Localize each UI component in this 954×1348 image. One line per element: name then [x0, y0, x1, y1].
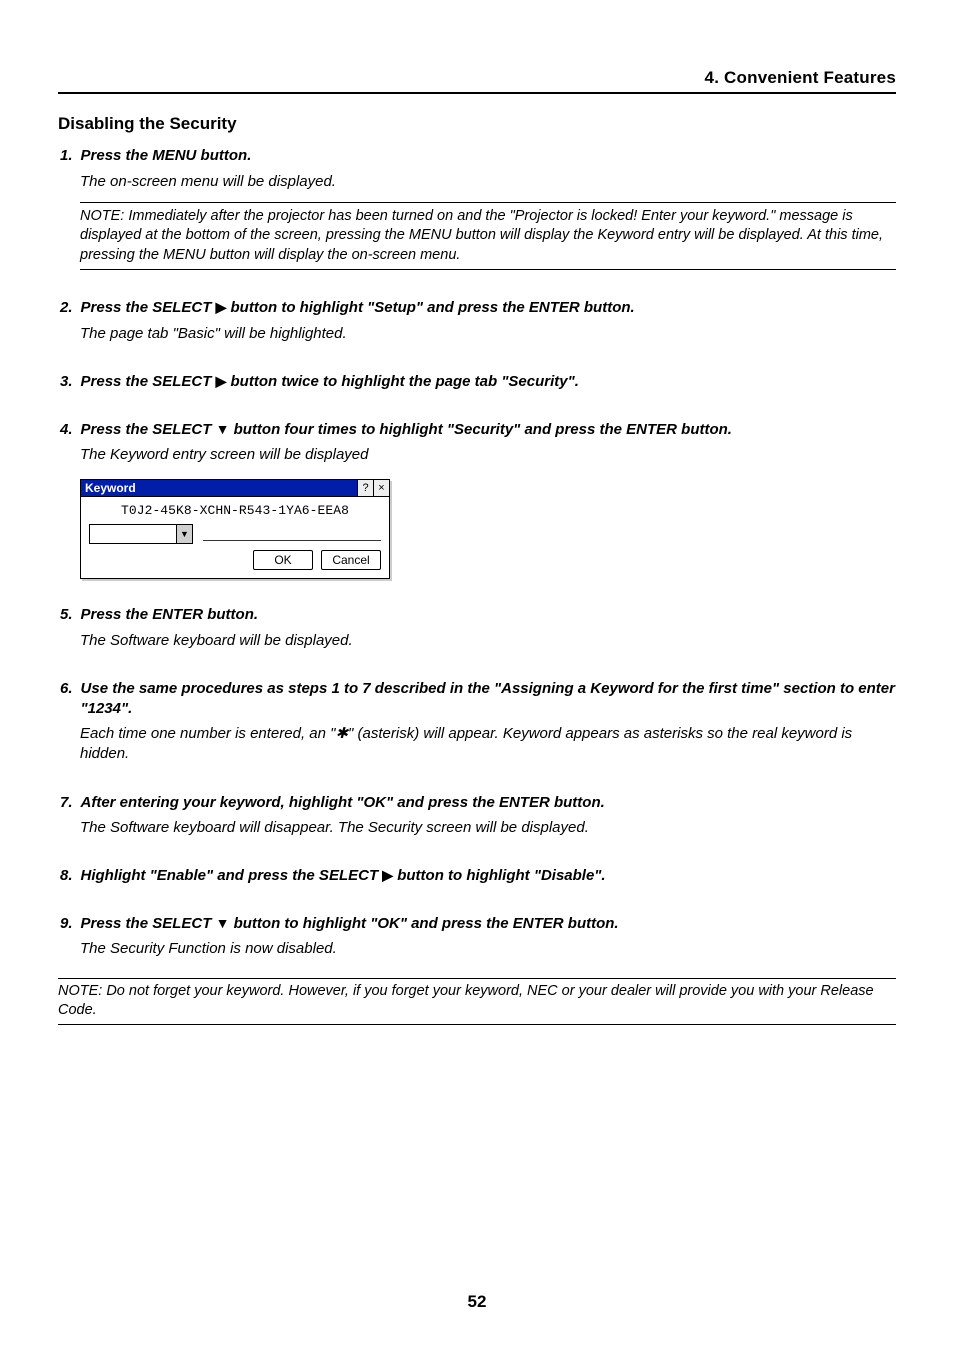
step-text-pre: Press the SELECT: [81, 421, 216, 438]
step-text: Press the SELECT ▶ button to highlight "…: [81, 298, 635, 318]
step-text: Press the SELECT ▶ button twice to highl…: [81, 372, 579, 392]
step-8: 8. Highlight "Enable" and press the SELE…: [58, 866, 896, 886]
step-number: 7.: [60, 793, 73, 813]
step-text: Highlight "Enable" and press the SELECT …: [81, 866, 606, 886]
step-1: 1. Press the MENU button.: [58, 146, 896, 166]
right-arrow-icon: ▶: [216, 299, 227, 315]
step-text-pre: Highlight "Enable" and press the SELECT: [81, 867, 383, 884]
dialog-input-row: ▼: [89, 524, 381, 544]
keyword-code: T0J2-45K8-XCHN-R543-1YA6-EEA8: [89, 501, 381, 524]
step-3: 3. Press the SELECT ▶ button twice to hi…: [58, 372, 896, 392]
step-number: 3.: [60, 372, 73, 392]
keyword-dialog: Keyword ? × T0J2-45K8-XCHN-R543-1YA6-EEA…: [80, 479, 390, 579]
step-text: Press the SELECT ▼ button four times to …: [81, 420, 732, 440]
step-text: Press the ENTER button.: [81, 605, 259, 625]
step-1-desc: The on-screen menu will be displayed.: [80, 172, 896, 192]
step-text-pre: Press the SELECT: [81, 915, 216, 932]
step-text-pre: Press the SELECT: [81, 373, 216, 390]
step-4: 4. Press the SELECT ▼ button four times …: [58, 420, 896, 440]
cancel-button[interactable]: Cancel: [321, 550, 381, 570]
dialog-body: T0J2-45K8-XCHN-R543-1YA6-EEA8 ▼ OK Cance…: [81, 497, 389, 578]
step-number: 6.: [60, 679, 73, 718]
step-2-desc: The page tab "Basic" will be highlighted…: [80, 324, 896, 344]
step-6-desc: Each time one number is entered, an "✱" …: [80, 724, 896, 765]
step-text: Press the MENU button.: [81, 146, 252, 166]
step-4-desc: The Keyword entry screen will be display…: [80, 445, 896, 465]
step-9: 9. Press the SELECT ▼ button to highligh…: [58, 914, 896, 934]
step-text: After entering your keyword, highlight "…: [81, 793, 605, 813]
step-number: 5.: [60, 605, 73, 625]
step-2: 2. Press the SELECT ▶ button to highligh…: [58, 298, 896, 318]
chapter-header: 4. Convenient Features: [58, 68, 896, 94]
step-5-desc: The Software keyboard will be displayed.: [80, 631, 896, 651]
step-number: 8.: [60, 866, 73, 886]
section-title: Disabling the Security: [58, 114, 896, 134]
step-1-note: NOTE: Immediately after the projector ha…: [80, 202, 896, 271]
step-text-post: button four times to highlight "Security…: [229, 421, 732, 438]
dialog-titlebar: Keyword ? ×: [81, 480, 389, 497]
keyword-entry-line: [203, 527, 381, 541]
step-7-desc: The Software keyboard will disappear. Th…: [80, 818, 896, 838]
close-icon[interactable]: ×: [373, 480, 389, 496]
page-number: 52: [0, 1292, 954, 1312]
down-arrow-icon: ▼: [216, 421, 230, 437]
step-6: 6. Use the same procedures as steps 1 to…: [58, 679, 896, 718]
step-9-desc: The Security Function is now disabled.: [80, 939, 896, 959]
step-number: 2.: [60, 298, 73, 318]
right-arrow-icon: ▶: [216, 373, 227, 389]
dialog-title: Keyword: [81, 480, 357, 496]
step-text-post: button to highlight "Setup" and press th…: [226, 299, 634, 316]
help-icon[interactable]: ?: [357, 480, 373, 496]
keyword-select-value: [90, 525, 176, 543]
step-text-pre: Press the SELECT: [81, 299, 216, 316]
step-number: 9.: [60, 914, 73, 934]
page: 4. Convenient Features Disabling the Sec…: [0, 0, 954, 1348]
step-7: 7. After entering your keyword, highligh…: [58, 793, 896, 813]
step-text: Use the same procedures as steps 1 to 7 …: [81, 679, 896, 718]
chevron-down-icon[interactable]: ▼: [176, 525, 192, 543]
step-text: Press the SELECT ▼ button to highlight "…: [81, 914, 619, 934]
right-arrow-icon: ▶: [382, 867, 393, 883]
step-number: 1.: [60, 146, 73, 166]
ok-button[interactable]: OK: [253, 550, 313, 570]
footnote: NOTE: Do not forget your keyword. Howeve…: [58, 978, 896, 1025]
step-5: 5. Press the ENTER button.: [58, 605, 896, 625]
down-arrow-icon: ▼: [216, 915, 230, 931]
step-number: 4.: [60, 420, 73, 440]
keyword-select[interactable]: ▼: [89, 524, 193, 544]
step-text-post: button twice to highlight the page tab "…: [226, 373, 579, 390]
step-text-post: button to highlight "OK" and press the E…: [229, 915, 618, 932]
dialog-buttons: OK Cancel: [89, 550, 381, 570]
step-text-post: button to highlight "Disable".: [393, 867, 606, 884]
